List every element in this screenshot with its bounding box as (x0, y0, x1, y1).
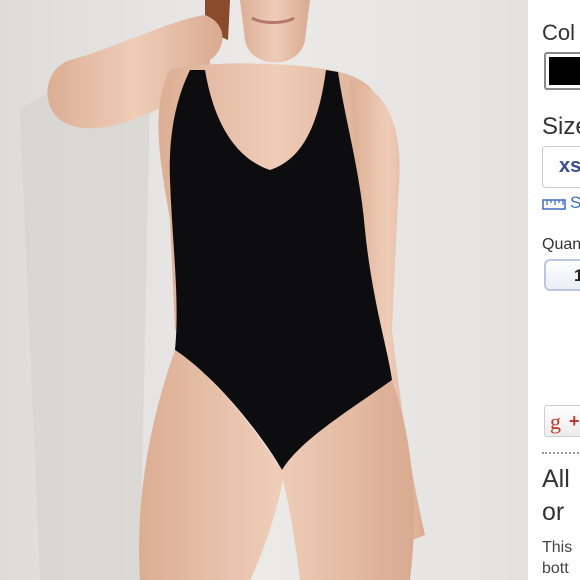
description-line2: bott (542, 560, 569, 577)
size-option-button[interactable]: xs (542, 146, 580, 188)
google-plus-plus: + (569, 411, 580, 431)
section-heading-line2: or (542, 498, 565, 526)
google-plus-button[interactable]: g + (544, 405, 580, 437)
color-swatch-black[interactable] (544, 52, 580, 90)
product-options-sidebar: Col Size xs S Quan 1 g + All or This bot… (528, 0, 580, 580)
dotted-divider (542, 452, 580, 454)
quantity-value: 1 (574, 266, 580, 285)
wall-shadow (20, 79, 150, 580)
quantity-label: Quan (542, 236, 580, 253)
color-label: Col (542, 20, 576, 45)
section-heading-line1: All (542, 465, 570, 493)
size-option-label: xs (559, 155, 580, 177)
ruler-icon (542, 199, 566, 210)
size-label: Size (542, 113, 580, 140)
product-photo (0, 0, 528, 580)
product-photo-svg (0, 0, 528, 580)
google-plus-icon: g (550, 409, 561, 434)
description-line1: This (542, 539, 573, 556)
color-swatch-fill (549, 57, 580, 85)
size-chart-link[interactable]: S (570, 193, 580, 213)
quantity-input[interactable]: 1 (544, 259, 580, 291)
